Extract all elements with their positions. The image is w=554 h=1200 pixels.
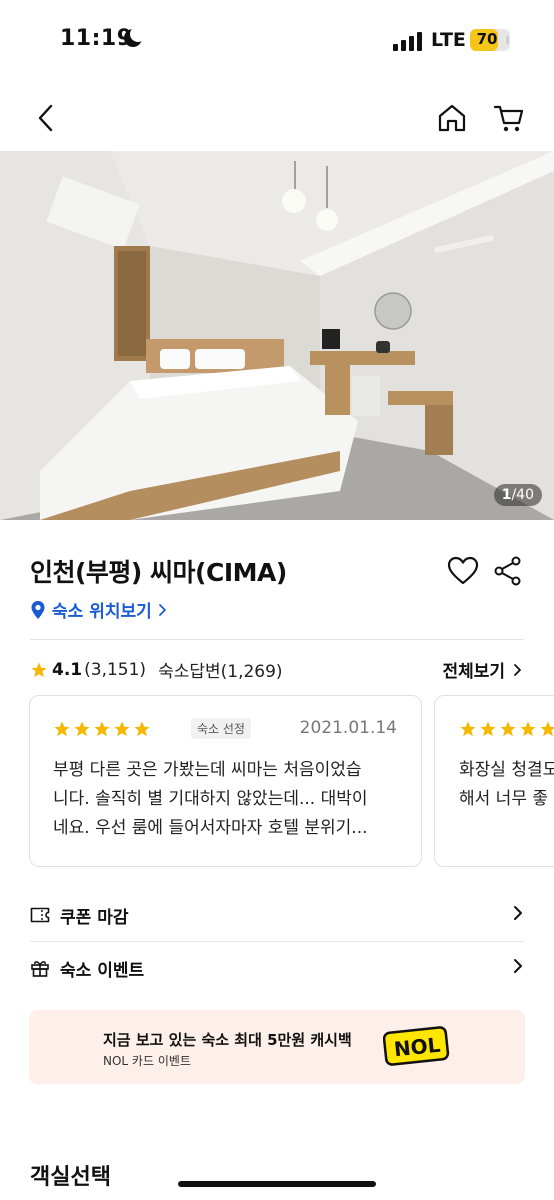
divider	[30, 941, 524, 942]
star-icon	[31, 662, 47, 677]
heart-icon	[447, 556, 479, 585]
review-stars	[53, 720, 151, 738]
location-link[interactable]: 숙소 위치보기	[30, 597, 167, 622]
share-icon	[494, 556, 521, 586]
rating-summary: 4.1 (3,151) 숙소답변(1,269)	[30, 657, 283, 682]
home-indicator	[178, 1181, 376, 1187]
battery-icon: 70	[470, 29, 510, 51]
chevron-right-icon	[514, 664, 521, 676]
rating-count: (3,151)	[84, 659, 147, 680]
room-photo	[0, 151, 554, 520]
review-text: 부평 다른 곳은 가봤는데 씨마는 처음이었습 니다. 솔직히 별 기대하지 않…	[53, 756, 403, 843]
review-card[interactable]: 숙소 선정 2021.01.14 부평 다른 곳은 가봤는데 씨마는 처음이었습…	[29, 695, 422, 867]
photo-counter: 1/40	[493, 484, 542, 506]
rating-score: 4.1	[52, 659, 83, 680]
star-icon	[540, 721, 554, 737]
review-stars	[459, 720, 554, 738]
review-text: 화장실 청결도 해서 너무 좋	[459, 756, 554, 814]
room-photo-carousel[interactable]: 1/40	[0, 151, 554, 520]
home-button[interactable]	[430, 94, 474, 142]
share-button[interactable]	[490, 553, 526, 589]
nol-logo-text: NOL	[393, 1033, 442, 1062]
battery-nub	[506, 36, 509, 44]
coupon-icon	[30, 907, 50, 923]
review-text-line: 부평 다른 곳은 가봤는데 씨마는 처음이었습	[53, 760, 362, 780]
location-link-label: 숙소 위치보기	[52, 602, 152, 622]
network-label: LTE	[431, 29, 466, 51]
moon-icon	[124, 26, 146, 47]
signal-icon	[393, 31, 423, 51]
gift-icon	[31, 961, 49, 977]
coupon-row[interactable]: 쿠폰 마감	[30, 897, 524, 933]
photo-total: /40	[511, 487, 534, 503]
chevron-right-icon	[158, 603, 166, 616]
banner-subtitle: NOL 카드 이벤트	[103, 1054, 191, 1068]
banner-title: 지금 보고 있는 숙소 최대 5만원 캐시백	[103, 1031, 352, 1049]
photo-index: 1	[501, 487, 512, 503]
review-text-line: 화장실 청결도	[459, 760, 554, 780]
property-title: 인천(부평) 씨마(CIMA)	[30, 558, 287, 587]
review-text-line: 니다. 솔직히 별 기대하지 않았는데... 대박이	[53, 789, 368, 809]
chevron-right-icon	[514, 959, 522, 973]
coupon-label: 쿠폰 마감	[60, 907, 129, 928]
divider	[30, 639, 524, 640]
star-icon	[94, 721, 110, 737]
star-icon	[500, 721, 516, 737]
nol-logo: NOL	[383, 1026, 450, 1066]
see-all-label: 전체보기	[442, 662, 506, 682]
star-icon	[134, 721, 150, 737]
review-date: 2021.01.14	[299, 718, 397, 738]
room-section-title: 객실선택	[30, 1165, 111, 1190]
event-row[interactable]: 숙소 이벤트	[30, 950, 524, 986]
review-text-line: 해서 너무 좋	[459, 789, 549, 809]
top-nav	[0, 94, 554, 144]
host-reply-count: 숙소답변(1,269)	[158, 662, 283, 682]
back-button[interactable]	[24, 94, 68, 142]
status-time: 11:19	[60, 26, 133, 51]
star-icon	[114, 721, 130, 737]
cart-icon	[493, 105, 524, 132]
star-icon	[74, 721, 90, 737]
star-icon	[520, 721, 536, 737]
star-icon	[460, 721, 476, 737]
status-bar: 11:19 LTE 70	[0, 0, 554, 84]
chevron-right-icon	[514, 906, 522, 920]
home-icon	[438, 104, 466, 132]
review-text-line: 네요. 우선 룸에 들어서자마자 호텔 분위기...	[53, 818, 368, 838]
cashback-banner[interactable]: 지금 보고 있는 숙소 최대 5만원 캐시백 NOL 카드 이벤트 NOL	[29, 1010, 525, 1084]
star-icon	[54, 721, 70, 737]
cart-button[interactable]	[487, 94, 531, 142]
location-pin-icon	[31, 600, 45, 619]
battery-level: 70	[476, 30, 498, 48]
chevron-left-icon	[38, 104, 53, 132]
event-label: 숙소 이벤트	[60, 960, 145, 981]
review-badge: 숙소 선정	[191, 718, 251, 739]
see-all-reviews-link[interactable]: 전체보기	[443, 657, 522, 682]
review-card[interactable]: 화장실 청결도 해서 너무 좋	[434, 695, 554, 867]
star-icon	[480, 721, 496, 737]
wishlist-button[interactable]	[445, 553, 481, 589]
